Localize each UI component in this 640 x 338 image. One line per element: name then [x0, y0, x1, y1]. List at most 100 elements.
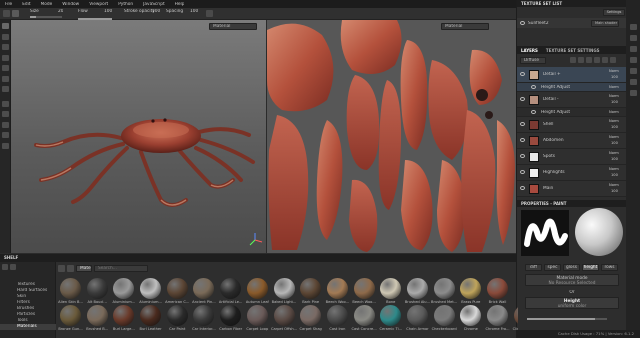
- add-folder-icon[interactable]: [602, 57, 608, 63]
- dock-log-icon[interactable]: [629, 68, 637, 74]
- layer-opacity[interactable]: 100: [611, 100, 618, 104]
- tab-texture-set-settings[interactable]: TEXTURE SET SETTINGS: [542, 48, 604, 53]
- dock-layers-icon[interactable]: [629, 35, 637, 41]
- dock-history-icon[interactable]: [629, 57, 637, 63]
- layer-blend-mode[interactable]: Norm: [609, 183, 619, 187]
- layer-effect-row[interactable]: Height Adjust Norm: [517, 83, 627, 92]
- layer-visibility-eye-icon[interactable]: [520, 186, 525, 190]
- brush-preset-icon[interactable]: [3, 10, 10, 17]
- shelf-category-item[interactable]: Materials: [0, 324, 56, 330]
- projection-icon[interactable]: [1, 44, 9, 50]
- texture-set-item[interactable]: Sunfleet2 Main shader: [517, 18, 627, 28]
- effect-visibility-eye-icon[interactable]: [531, 110, 536, 114]
- layer-visibility-eye-icon[interactable]: [520, 170, 525, 174]
- material-item[interactable]: Chain Armor: [405, 305, 430, 337]
- material-item[interactable]: Checkerboard: [432, 305, 457, 337]
- spacing-value[interactable]: 100: [190, 9, 198, 14]
- delete-layer-icon[interactable]: [610, 57, 616, 63]
- layer-opacity[interactable]: 100: [611, 189, 618, 193]
- visibility-eye-icon[interactable]: [520, 21, 525, 25]
- menu-viewport[interactable]: Viewport: [89, 2, 108, 7]
- size-value[interactable]: 20: [58, 9, 63, 14]
- tab-layers[interactable]: LAYERS: [517, 48, 542, 53]
- material-item[interactable]: Car Interior...: [191, 305, 216, 337]
- alignment-icon[interactable]: [206, 10, 213, 17]
- material-item[interactable]: Brushed B...: [85, 305, 110, 337]
- channel-button-rows[interactable]: rows: [601, 264, 618, 271]
- menu-mode[interactable]: Mode: [41, 2, 53, 7]
- add-fill-layer-icon[interactable]: [570, 57, 576, 63]
- material-item[interactable]: Chrome: [458, 305, 483, 337]
- add-mask-icon[interactable]: [586, 57, 592, 63]
- height-slider[interactable]: [527, 318, 607, 320]
- menu-help[interactable]: Help: [175, 2, 185, 7]
- layer-blend-mode[interactable]: Norm: [609, 151, 619, 155]
- material-item[interactable]: Ceramic Ti...: [378, 305, 403, 337]
- polygon-fill-icon[interactable]: [1, 54, 9, 61]
- layer-visibility-eye-icon[interactable]: [520, 154, 525, 158]
- layer-row[interactable]: Spots Norm 100: [517, 149, 627, 165]
- layer-opacity[interactable]: 100: [611, 75, 618, 79]
- shelf-search-input[interactable]: Search...: [94, 265, 148, 272]
- channel-button-gloss[interactable]: gloss: [563, 264, 580, 271]
- layer-blend-mode[interactable]: Norm: [609, 69, 619, 73]
- layer-blend-mode[interactable]: Norm: [609, 167, 619, 171]
- layer-blend-mode[interactable]: Norm: [609, 119, 619, 123]
- material-item[interactable]: Carpet Shag: [298, 305, 323, 337]
- layer-row[interactable]: Shell Norm 100: [517, 117, 627, 133]
- effect-visibility-eye-icon[interactable]: [531, 85, 536, 89]
- layer-row[interactable]: Main Norm 100: [517, 181, 627, 197]
- material-item[interactable]: Burl Large...: [111, 305, 136, 337]
- bake-icon[interactable]: [1, 100, 9, 107]
- add-paint-layer-icon[interactable]: [578, 57, 584, 63]
- layer-effect-row[interactable]: Height Adjust Norm: [517, 108, 627, 117]
- layer-opacity[interactable]: 100: [611, 125, 618, 129]
- add-effect-icon[interactable]: [594, 57, 600, 63]
- flow-value[interactable]: 100: [104, 9, 112, 14]
- layer-blend-mode[interactable]: Norm: [609, 94, 619, 98]
- material-item[interactable]: Carpet Loop: [245, 305, 270, 337]
- symmetry-icon[interactable]: [12, 10, 19, 17]
- height-box[interactable]: Height uniform color: [525, 297, 619, 309]
- view-mode-icon[interactable]: [67, 265, 74, 272]
- texture-set-settings-button[interactable]: Settings: [603, 9, 625, 16]
- layer-visibility-eye-icon[interactable]: [520, 122, 525, 126]
- display-settings-icon[interactable]: [1, 121, 9, 128]
- effect-blend-mode[interactable]: Norm: [609, 85, 619, 89]
- material-item[interactable]: Carbon Fiber: [218, 305, 243, 337]
- menu-edit[interactable]: Edit: [22, 2, 30, 7]
- material-mode-box[interactable]: Material mode No Resource Selected: [525, 274, 619, 286]
- eraser-icon[interactable]: [1, 33, 9, 40]
- clone-icon[interactable]: [1, 75, 9, 82]
- menu-python[interactable]: Python: [118, 2, 133, 7]
- screenshot-icon[interactable]: [1, 142, 9, 149]
- layer-visibility-eye-icon[interactable]: [520, 72, 525, 76]
- layer-opacity[interactable]: 100: [611, 157, 618, 161]
- material-item[interactable]: Cast Concre...: [351, 305, 377, 337]
- layer-row[interactable]: Detail + Norm 100: [517, 67, 627, 83]
- layer-row[interactable]: Abdomen Norm 100: [517, 133, 627, 149]
- smudge-icon[interactable]: [1, 65, 9, 71]
- channel-button-diff[interactable]: diff: [525, 264, 542, 271]
- export-icon[interactable]: [1, 111, 9, 117]
- stroke-opacity-value[interactable]: 100: [152, 9, 160, 14]
- layer-visibility-eye-icon[interactable]: [520, 97, 525, 101]
- layer-opacity[interactable]: 100: [611, 173, 618, 177]
- layer-visibility-eye-icon[interactable]: [520, 138, 525, 142]
- material-item[interactable]: Carpet Offsh...: [271, 305, 297, 337]
- effect-blend-mode[interactable]: Norm: [609, 110, 619, 114]
- paint-brush-icon[interactable]: [1, 23, 9, 29]
- material-item[interactable]: Bronze Gun...: [58, 305, 83, 337]
- camera-icon[interactable]: [1, 132, 9, 138]
- dock-display-icon[interactable]: [629, 79, 637, 85]
- channel-button-spec[interactable]: spec: [544, 264, 561, 271]
- channel-button-height[interactable]: height: [582, 264, 599, 271]
- material-item[interactable]: Chrome Fro...: [485, 305, 510, 337]
- viewport-2d[interactable]: Material: [267, 20, 516, 253]
- channel-dropdown[interactable]: Diffuse: [520, 56, 546, 64]
- layer-opacity[interactable]: 100: [611, 141, 618, 145]
- layer-row[interactable]: Detail - Norm 100: [517, 92, 627, 108]
- viewport-3d[interactable]: Material: [11, 20, 266, 253]
- layer-row[interactable]: Highlights Norm 100: [517, 165, 627, 181]
- material-item[interactable]: Car Paint: [165, 305, 190, 337]
